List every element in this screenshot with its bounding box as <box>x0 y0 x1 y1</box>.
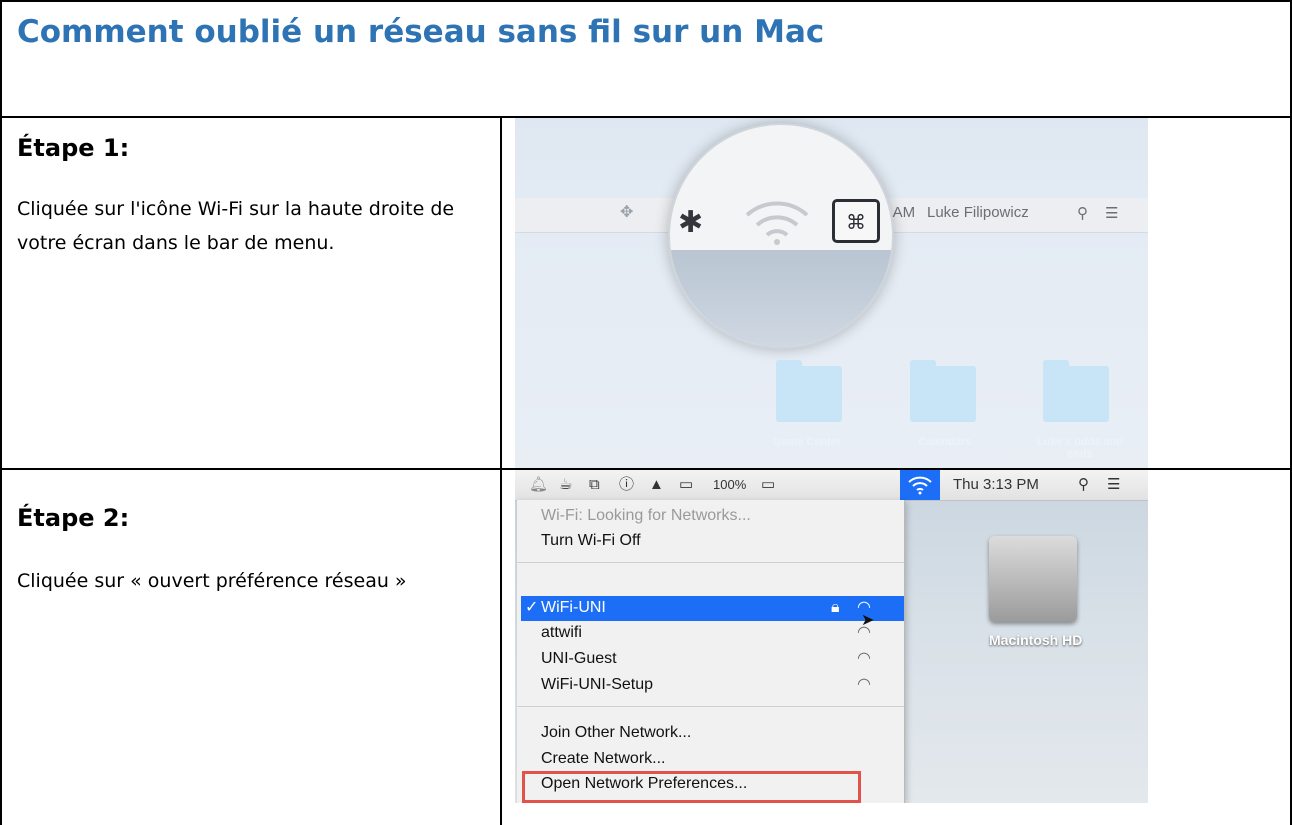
step-1-text: Cliquée sur l'icône Wi-Fi sur la haute d… <box>17 198 455 254</box>
network-name: WiFi-UNI <box>541 599 606 616</box>
wifi-signal-icon: ◠ <box>857 674 871 693</box>
menubar-clock: Thu 3:13 PM <box>953 476 1039 493</box>
checkmark-icon: ✓ <box>525 599 539 616</box>
drive-icon: ▲ <box>649 476 664 493</box>
table-border-left <box>0 0 2 825</box>
magnifier-lens: ✱ ⌘ <box>668 123 894 349</box>
step-2-text: Cliquée sur « ouvert préférence réseau » <box>17 570 407 592</box>
turn-wifi-off-item[interactable]: Turn Wi-Fi Off <box>541 530 641 552</box>
menu-divider <box>517 562 904 563</box>
battery-icon: ▭ <box>761 476 776 493</box>
list-icon: ☰ <box>1107 476 1121 493</box>
network-name[interactable]: WiFi-UNI-Setup <box>541 674 653 696</box>
airplay-icon: ▭ <box>679 476 694 493</box>
wifi-icon <box>745 201 809 245</box>
search-icon: ⚲ <box>1078 476 1089 493</box>
bluetooth-icon: ✱ <box>678 205 704 240</box>
menubar-user: Luke Filipowicz <box>927 204 1029 221</box>
wifi-menubar-button[interactable] <box>900 470 940 500</box>
list-icon: ☰ <box>1105 205 1119 222</box>
folder-icon <box>776 360 842 422</box>
step-1-heading: Étape 1: <box>17 134 130 162</box>
menu-divider <box>517 706 904 707</box>
command-key-icon: ⌘ <box>832 199 880 243</box>
wifi-icon <box>908 476 932 495</box>
hard-drive-icon <box>989 536 1077 622</box>
screenshot-wifi-menu: 🔔︎ ☕︎ ⧉ ⓘ ▲ ▭ 100% ▭ Thu 3:13 PM ⚲ ☰ Wi-… <box>515 470 1148 803</box>
search-icon: ⚲ <box>1077 205 1088 222</box>
folder-icon <box>1043 360 1109 422</box>
join-other-network-item[interactable]: Join Other Network... <box>541 722 691 744</box>
folder-icon <box>910 360 976 422</box>
highlight-box <box>522 771 861 803</box>
table-column-divider <box>500 116 502 825</box>
network-name[interactable]: attwifi <box>541 622 582 644</box>
battery-percent: 100% <box>713 477 747 492</box>
dropbox-icon: ✥ <box>620 202 634 221</box>
step-2-heading: Étape 2: <box>17 504 130 532</box>
network-name[interactable]: UNI-Guest <box>541 648 617 670</box>
lock-icon: 🔒︎ <box>831 599 840 616</box>
drive-label: Macintosh HD <box>989 632 1083 648</box>
folder-label: Luke's odds and ends <box>1036 436 1124 460</box>
mac-menubar <box>515 470 1148 501</box>
notification-icon: 🔔︎ <box>529 476 549 493</box>
window-icon: ⧉ <box>589 476 600 493</box>
table-border-top <box>0 0 1292 2</box>
wifi-dropdown-menu: Wi-Fi: Looking for Networks... Turn Wi-F… <box>517 500 905 803</box>
folder-label: Calendars <box>918 436 972 448</box>
page-title: Comment oublié un réseau sans fil sur un… <box>17 14 825 50</box>
cursor-icon: ➤ <box>861 612 875 629</box>
coffee-icon: ☕︎ <box>559 476 573 493</box>
create-network-item[interactable]: Create Network... <box>541 748 665 770</box>
folder-label: Game Center <box>772 436 842 448</box>
info-icon: ⓘ <box>619 476 635 493</box>
wifi-signal-icon: ◠ <box>857 648 871 667</box>
lens-desktop-area <box>670 250 892 347</box>
wifi-status: Wi-Fi: Looking for Networks... <box>541 507 751 524</box>
screenshot-menu-bar-wifi: ✥ 1 AM Luke Filipowicz ⚲ ☰ ✱ ⌘ Game Cent… <box>515 118 1148 468</box>
